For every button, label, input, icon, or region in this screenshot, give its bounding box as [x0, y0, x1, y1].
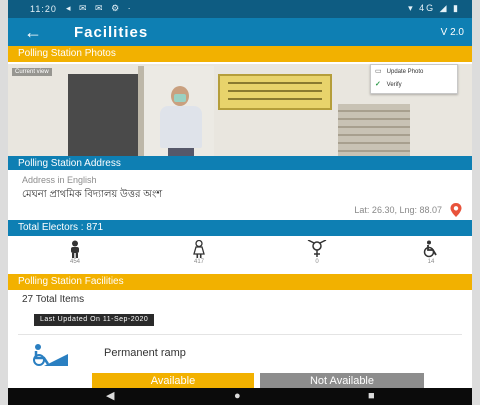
ramp-icon — [33, 344, 68, 366]
photo-person-mask — [174, 94, 186, 102]
location-coordinates: Lat: 26.30, Lng: 88.07 — [354, 205, 442, 215]
update-photo-label: Update Photo — [386, 69, 424, 75]
page-title: Facilities — [74, 24, 149, 41]
elector-pwd: 14 — [406, 240, 456, 265]
system-nav-bar: ◀ ● ■ — [8, 388, 472, 405]
third-gender-count: 0 — [315, 259, 319, 265]
back-arrow-icon[interactable]: ← — [24, 22, 42, 43]
pwd-count: 14 — [427, 259, 435, 265]
facility-card-ramp: Permanent ramp Available Not Available — [18, 334, 462, 389]
app-version: V 2.0 — [440, 27, 464, 38]
status-indicators: ▾ 4G ◢ ▮ — [408, 3, 460, 13]
nav-back-icon[interactable]: ◀ — [106, 390, 114, 403]
facility-label: Permanent ramp — [104, 347, 186, 359]
address-value: মেঘনা প্রাথমিক বিদ্যালয় উত্তর অংশ — [22, 189, 163, 200]
pwd-wheelchair-icon — [423, 240, 437, 258]
notification-icons: ◂ ✉ ✉ ⚙ · — [66, 3, 134, 13]
check-icon: ✓ — [375, 81, 381, 88]
electors-total: Total Electors : 871 — [18, 222, 104, 233]
photo-person-body — [160, 106, 202, 148]
facilities-total-row: 27 Total Items — [8, 291, 472, 309]
last-updated-badge: Last Updated On 11-Sep-2020 — [34, 314, 155, 326]
app-bar: ← Facilities V 2.0 — [8, 18, 472, 46]
verify-label: Verify — [386, 82, 402, 88]
facilities-total: 27 Total Items — [22, 294, 85, 305]
facilities-section-header: Polling Station Facilities — [8, 274, 472, 290]
third-gender-icon — [307, 240, 327, 257]
photos-section-header: Polling Station Photos — [8, 46, 472, 62]
facilities-section-title: Polling Station Facilities — [18, 276, 124, 287]
map-pin-icon[interactable] — [448, 202, 464, 218]
address-block: Address in English মেঘনা প্রাথমিক বিদ্যা… — [8, 170, 472, 220]
elector-male: 454 — [50, 240, 100, 265]
photo-signboard — [218, 74, 332, 110]
electors-section-header: Total Electors : 871 — [8, 220, 472, 236]
female-count: 417 — [193, 259, 204, 265]
photo-action-menu: ▭ Update Photo ✓ Verify — [370, 64, 458, 94]
photo-tag: Current view — [12, 68, 52, 76]
male-count: 454 — [69, 259, 80, 265]
photos-section-title: Polling Station Photos — [18, 48, 116, 59]
app-screen: 11:20 ◂ ✉ ✉ ⚙ · ▾ 4G ◢ ▮ ← Facilities V … — [8, 0, 472, 405]
nav-home-icon[interactable]: ● — [234, 390, 241, 403]
status-time: 11:20 — [30, 4, 57, 14]
female-icon — [193, 240, 205, 258]
address-label: Address in English — [22, 175, 97, 185]
not-available-button[interactable]: Not Available — [260, 373, 424, 389]
status-bar: 11:20 ◂ ✉ ✉ ⚙ · ▾ 4G ◢ ▮ — [8, 0, 472, 18]
male-icon — [71, 240, 79, 258]
verify-menu-item[interactable]: ✓ Verify — [375, 80, 402, 92]
nav-recents-icon[interactable]: ■ — [368, 390, 375, 403]
photo-icon: ▭ — [375, 68, 382, 75]
photo-person-legs — [168, 148, 194, 156]
update-photo-menu-item[interactable]: ▭ Update Photo — [375, 67, 423, 79]
elector-third-gender: 0 — [292, 240, 342, 265]
photo-stairs — [338, 104, 410, 156]
address-section-title: Polling Station Address — [18, 158, 121, 169]
electors-breakdown: 454 417 0 14 — [8, 236, 472, 272]
available-button[interactable]: Available — [92, 373, 254, 389]
elector-female: 417 — [174, 240, 224, 265]
